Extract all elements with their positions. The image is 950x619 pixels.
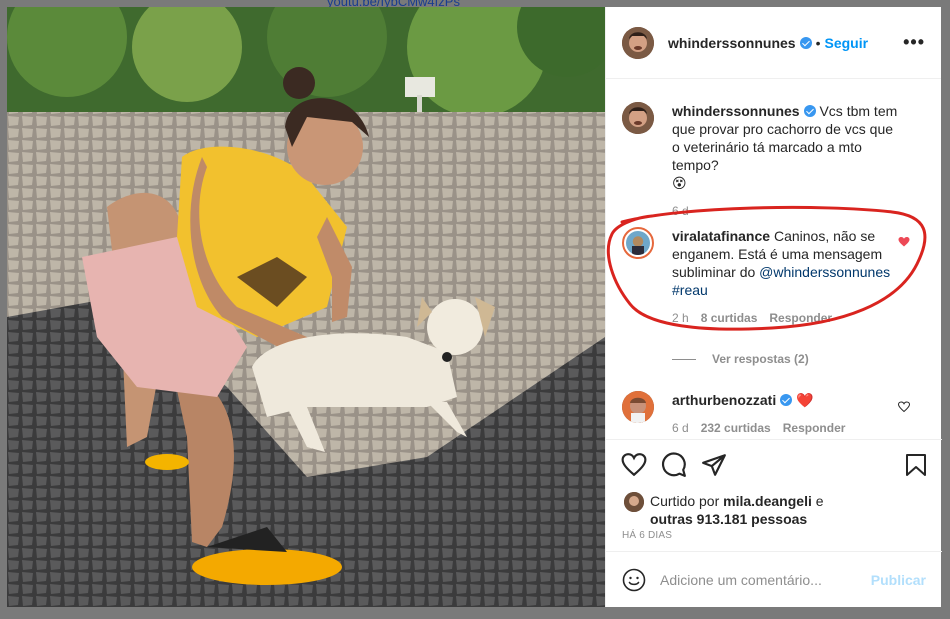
viralatafinance-avatar-image xyxy=(626,231,650,255)
more-options-icon[interactable]: ••• xyxy=(903,32,925,53)
author-avatar[interactable] xyxy=(622,26,654,59)
comment-body: arthurbenozzati ❤️ 6 d 232 curtidas Resp… xyxy=(672,391,902,437)
arthurbenozzati-avatar-image xyxy=(622,391,654,423)
author-avatar-image xyxy=(622,26,654,59)
liker-avatar[interactable] xyxy=(624,492,644,512)
comment-like-heart-icon[interactable] xyxy=(898,401,910,413)
caption-emoji: 😵 xyxy=(672,175,687,191)
caption-time[interactable]: 6 d xyxy=(672,202,689,220)
liked-by-middle: e xyxy=(815,493,824,509)
comment-username[interactable]: arthurbenozzati xyxy=(672,392,776,408)
liker-avatar-image xyxy=(624,492,644,512)
add-comment-bar: Publicar xyxy=(606,551,942,607)
liked-by-others[interactable]: outras 913.181 pessoas xyxy=(650,511,807,527)
commenter-avatar-arthurbenozzati[interactable] xyxy=(622,391,654,423)
caption-avatar[interactable] xyxy=(622,102,654,134)
comment-time[interactable]: 2 h xyxy=(672,309,689,327)
comment-meta: 6 d 232 curtidas Responder xyxy=(672,419,902,437)
post-header: whinderssonnunes • Seguir ••• xyxy=(606,7,941,79)
verified-badge-icon xyxy=(803,105,816,117)
liked-by-section: Curtido por mila.deangeli e outras 913.1… xyxy=(624,492,824,528)
comment-arthurbenozzati: arthurbenozzati ❤️ 6 d 232 curtidas Resp… xyxy=(622,391,932,437)
save-bookmark-button[interactable] xyxy=(904,452,928,478)
comment-likes[interactable]: 232 curtidas xyxy=(701,419,771,437)
post-actions: Curtido por mila.deangeli e outras 913.1… xyxy=(606,439,942,551)
reply-button[interactable]: Responder xyxy=(783,419,846,437)
comment-input[interactable] xyxy=(660,571,871,588)
commenter-avatar-viralatafinance[interactable] xyxy=(622,227,654,259)
verified-badge-icon xyxy=(799,36,812,49)
post-side-panel: whinderssonnunes • Seguir ••• whindersso… xyxy=(605,7,942,607)
caption-body: whinderssonnunes Vcs tbm tem que provar … xyxy=(672,102,902,220)
comment-time[interactable]: 6 d xyxy=(672,419,689,437)
liked-by-prefix: Curtido por xyxy=(650,493,720,509)
comment-bubble-icon[interactable] xyxy=(661,452,687,478)
post-photo xyxy=(7,7,605,607)
post-photo-illustration xyxy=(7,7,605,607)
comment-meta: 2 h 8 curtidas Responder xyxy=(672,309,902,327)
comment-hashtag[interactable]: #reau xyxy=(672,282,708,298)
caption-username[interactable]: whinderssonnunes xyxy=(672,103,800,119)
view-replies-label: Ver respostas (2) xyxy=(712,352,809,366)
post-age[interactable]: HÁ 6 DIAS xyxy=(622,530,672,541)
like-heart-icon[interactable] xyxy=(621,452,647,478)
instagram-post-modal: whinderssonnunes • Seguir ••• whindersso… xyxy=(7,7,942,607)
caption-comment: whinderssonnunes Vcs tbm tem que provar … xyxy=(622,102,932,220)
comment-mention[interactable]: @whinderssonnunes xyxy=(759,264,890,280)
comment-likes[interactable]: 8 curtidas xyxy=(701,309,758,327)
reply-button[interactable]: Responder xyxy=(769,309,832,327)
comment-body: viralatafinance Caninos, não se enganem.… xyxy=(672,227,902,327)
comments-section[interactable]: whinderssonnunes Vcs tbm tem que provar … xyxy=(606,80,942,438)
view-replies-button[interactable]: Ver respostas (2) xyxy=(672,352,809,366)
action-icons xyxy=(621,452,727,478)
caption-meta: 6 d xyxy=(672,202,902,220)
publish-button[interactable]: Publicar xyxy=(871,572,926,588)
view-replies-line xyxy=(672,358,696,360)
comment-liked-heart-icon[interactable] xyxy=(898,236,910,248)
caption-avatar-image xyxy=(622,102,654,134)
comment-viralatafinance: viralatafinance Caninos, não se enganem.… xyxy=(622,227,932,327)
author-username[interactable]: whinderssonnunes xyxy=(668,35,796,51)
verified-badge-icon xyxy=(780,394,793,406)
share-send-icon[interactable] xyxy=(701,452,727,478)
follow-button[interactable]: Seguir xyxy=(824,35,868,51)
bookmark-icon xyxy=(906,454,926,476)
emoji-smiley-icon[interactable] xyxy=(622,568,646,592)
separator-dot: • xyxy=(815,34,821,51)
liked-by-text: Curtido por mila.deangeli e outras 913.1… xyxy=(650,492,824,528)
liked-by-user[interactable]: mila.deangeli xyxy=(723,493,812,509)
comment-emoji: ❤️ xyxy=(796,392,814,408)
comment-username[interactable]: viralatafinance xyxy=(672,228,770,244)
